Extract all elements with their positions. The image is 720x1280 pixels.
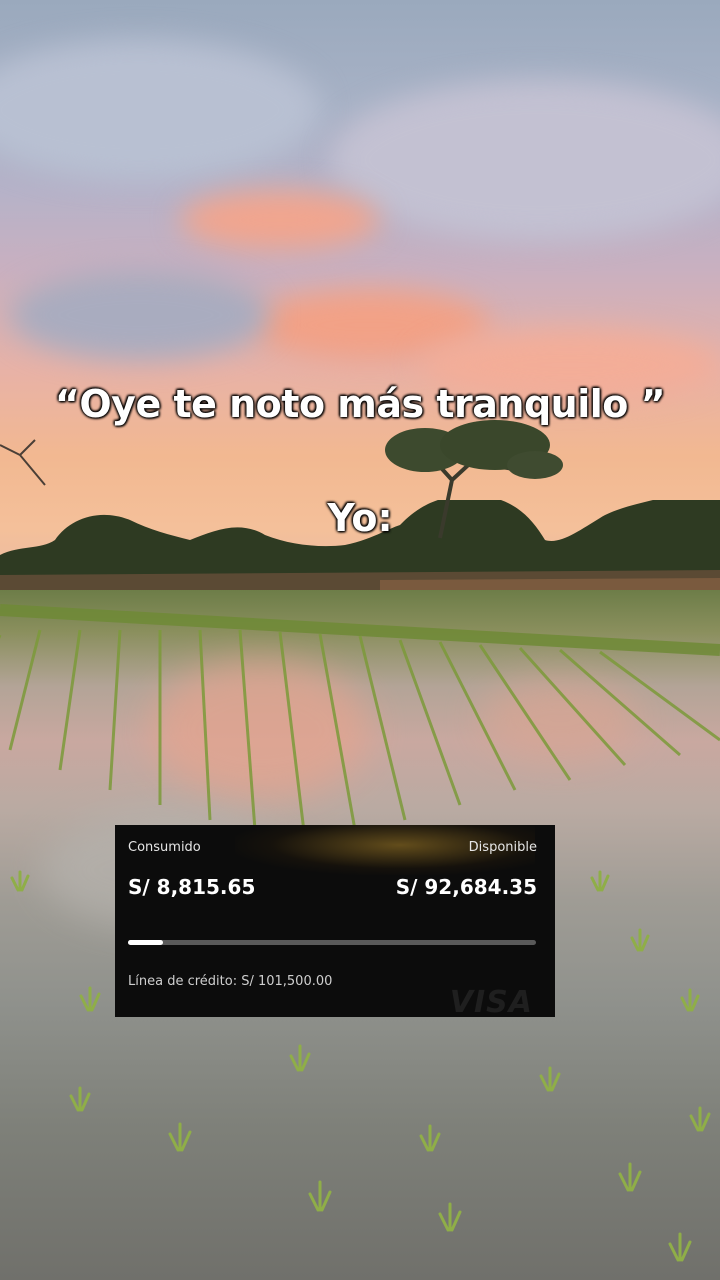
credit-usage-fill [128,940,164,945]
cloud [10,270,270,360]
credit-usage-bar [128,940,536,945]
credit-card-summary: Consumido Disponible S/ 8,815.65 S/ 92,6… [115,825,555,1017]
cloud [330,80,720,240]
cloud [180,190,380,250]
caption-quote: “Oye te noto más tranquilo ” [54,382,666,426]
available-amount: S/ 92,684.35 [395,875,537,899]
credit-line-text: Línea de crédito: S/ 101,500.00 [128,974,333,989]
visa-logo: VISA [449,985,533,1017]
cloud [0,40,320,180]
available-label: Disponible [468,840,537,855]
caption-me: Yo: [327,496,393,540]
consumed-label: Consumido [128,840,201,855]
branch [0,439,46,486]
background-photo [0,0,720,1280]
consumed-amount: S/ 8,815.65 [128,875,256,899]
